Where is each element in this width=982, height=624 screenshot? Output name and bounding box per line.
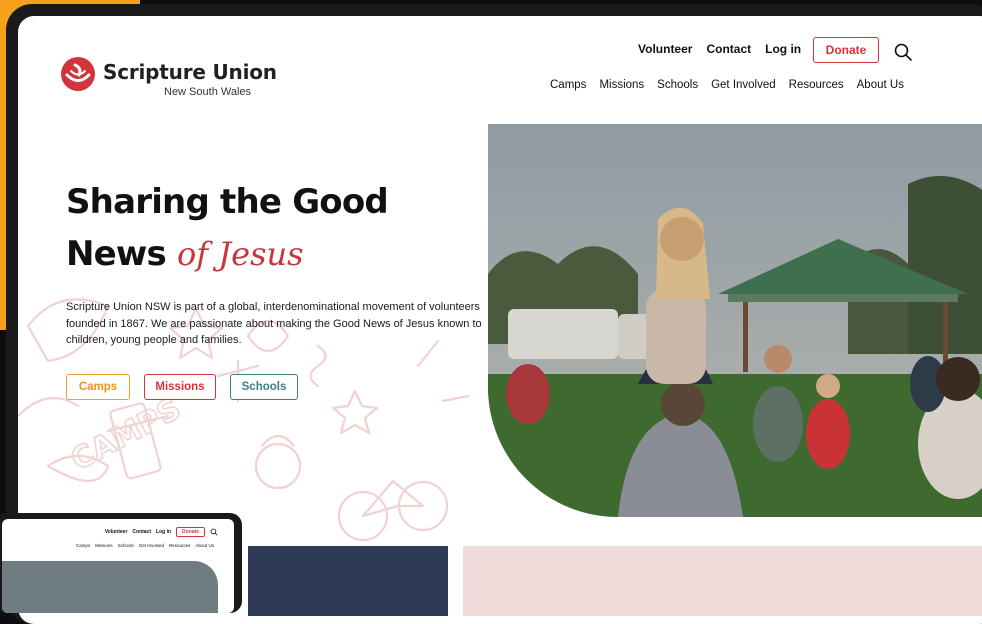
nav-missions[interactable]: Missions	[599, 79, 644, 91]
mini-hero-photo	[2, 561, 218, 613]
utility-nav: Volunteer Contact Log in	[638, 42, 801, 56]
hero-description: Scripture Union NSW is part of a global,…	[66, 301, 482, 346]
mini-donate-button[interactable]: Donate	[176, 527, 205, 537]
brand-name[interactable]: Scripture Union	[103, 60, 277, 84]
mini-nav-about-us[interactable]: About Us	[195, 543, 214, 548]
hero-photo	[488, 124, 982, 517]
nav-schools[interactable]: Schools	[657, 79, 698, 91]
mini-utility-nav: Volunteer Contact Log in Donate	[105, 527, 218, 537]
mini-search-icon[interactable]	[210, 528, 218, 536]
donate-button[interactable]: Donate	[813, 37, 879, 63]
main-nav: Camps Missions Schools Get Involved Reso…	[550, 79, 904, 91]
schools-button[interactable]: Schools	[230, 374, 298, 400]
hero-title-script: of Jesus	[177, 235, 304, 273]
lower-pink-panel	[463, 546, 982, 616]
mini-main-nav: Camps Missions Schools Get Involved Reso…	[76, 543, 214, 548]
search-icon[interactable]	[893, 42, 913, 62]
brand-region: New South Wales	[164, 86, 252, 98]
hero-title: Sharing the Good News of Jesus	[66, 176, 389, 280]
lower-image-block	[248, 546, 448, 616]
mini-login-link[interactable]: Log in	[156, 529, 171, 535]
nav-about-us[interactable]: About Us	[857, 79, 904, 91]
mini-volunteer-link[interactable]: Volunteer	[105, 529, 128, 535]
mini-nav-missions[interactable]: Missions	[95, 543, 113, 548]
nav-camps[interactable]: Camps	[550, 79, 586, 91]
nav-volunteer-link[interactable]: Volunteer	[638, 42, 692, 56]
missions-button[interactable]: Missions	[144, 374, 216, 400]
nav-contact-link[interactable]: Contact	[706, 42, 751, 56]
hero-title-line2: News	[66, 234, 167, 274]
tablet-screen: Volunteer Contact Log in Donate Camps Mi…	[2, 519, 234, 613]
nav-resources[interactable]: Resources	[789, 79, 844, 91]
nav-login-link[interactable]: Log in	[765, 42, 801, 56]
mini-nav-get-involved[interactable]: Get Involved	[139, 543, 164, 548]
hero-title-line1: Sharing the Good	[66, 182, 389, 222]
camps-button[interactable]: Camps	[66, 374, 130, 400]
mini-nav-resources[interactable]: Resources	[169, 543, 191, 548]
lower-gap	[448, 546, 463, 616]
scripture-union-logo-icon[interactable]	[60, 56, 96, 92]
mini-nav-camps[interactable]: Camps	[76, 543, 90, 548]
nav-get-involved[interactable]: Get Involved	[711, 79, 776, 91]
mini-contact-link[interactable]: Contact	[132, 529, 151, 535]
doodle-camps-word: CAMPS	[65, 391, 186, 478]
tablet-preview: Volunteer Contact Log in Donate Camps Mi…	[0, 513, 242, 613]
mini-nav-schools[interactable]: Schools	[118, 543, 134, 548]
